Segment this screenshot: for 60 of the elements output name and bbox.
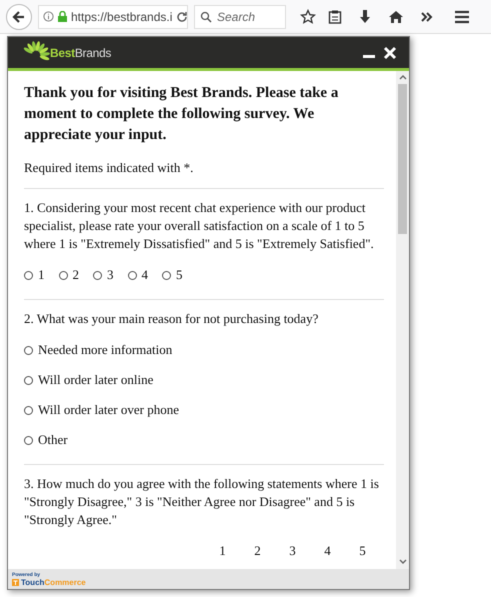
radio-option[interactable]: 3 [93, 267, 114, 283]
overflow-chevrons-icon[interactable] [420, 10, 434, 22]
radio-option[interactable]: Other [24, 432, 384, 448]
back-arrow-icon [12, 10, 26, 24]
radio-button[interactable] [93, 270, 102, 280]
option-label: Other [38, 432, 68, 448]
option-label: 3 [107, 267, 114, 283]
radio-button[interactable] [24, 436, 33, 444]
brand-text: TouchCommerce [21, 578, 86, 586]
option-label: 4 [142, 267, 148, 283]
search-field[interactable]: Search [194, 4, 286, 28]
question-text: 2. What was your main reason for not purchasing today? [24, 310, 320, 328]
radio-button[interactable] [162, 270, 171, 280]
radio-button[interactable] [128, 270, 136, 280]
radio-option[interactable]: Needed more information [24, 342, 384, 358]
radio-option[interactable]: Will order later over phone [24, 402, 384, 418]
address-bar[interactable]: https://bestbrands.i [38, 4, 188, 28]
radio-option[interactable]: 1 [24, 267, 44, 283]
clipboard-icon[interactable] [328, 8, 342, 24]
scale-label: 2 [253, 543, 262, 559]
radio-option[interactable]: 4 [128, 267, 148, 283]
question-text: 1. Considering your most recent chat experience with our product specialist, please rate your overall satisfaction on a scale of 1 to 5 where 1 is "Extremely Dissatisfied" and 5 is "Extremely Satisfied". [24, 199, 375, 253]
radio-option[interactable]: Will order later online [24, 372, 384, 388]
option-label: Will order later online [38, 372, 154, 388]
intro-text: Thank you for visiting Best Brands. Please take a moment to complete the following survey. We appreciate your input. [24, 84, 340, 145]
reload-icon[interactable] [176, 10, 188, 22]
back-button[interactable] [6, 4, 32, 30]
radio-button[interactable] [58, 270, 68, 280]
option-label: 5 [176, 267, 182, 283]
info-icon [43, 11, 54, 22]
scrollbar-thumb[interactable] [398, 84, 407, 234]
radio-button[interactable] [24, 346, 33, 354]
logo-text: BestBrands [50, 46, 112, 60]
radio-button[interactable] [24, 406, 33, 414]
scrollbar[interactable] [396, 71, 409, 569]
star-icon[interactable] [300, 8, 316, 24]
scale-label: 5 [358, 543, 367, 559]
question-text: 3. How much do you agree with the following statements where 1 is "Strongly Disagree," 3 is "Neither Agree nor Disagree" and 5 is "Strongly Agree." [24, 475, 380, 529]
lock-icon [58, 11, 67, 22]
radio-option[interactable]: 2 [58, 267, 79, 283]
radio-button[interactable] [24, 270, 33, 280]
scale-label: 3 [288, 543, 297, 559]
scroll-down-icon[interactable] [398, 559, 406, 565]
minimize-icon [363, 55, 375, 58]
option-label: Needed more information [38, 342, 172, 358]
scale-label: 4 [323, 543, 332, 559]
menu-icon[interactable] [454, 10, 470, 24]
brand-logo-icon [12, 578, 19, 586]
required-note: Required items indicated with *. [24, 160, 194, 176]
url-text: https://bestbrands.i [71, 10, 172, 24]
option-label: 1 [38, 267, 44, 283]
close-icon [383, 46, 397, 60]
option-label: 2 [72, 267, 79, 283]
option-label: Will order later over phone [38, 402, 179, 418]
radio-button[interactable] [24, 376, 33, 384]
scale-label: 1 [218, 543, 227, 559]
scroll-up-icon[interactable] [398, 74, 406, 80]
home-icon[interactable] [388, 8, 404, 24]
radio-option[interactable]: 5 [162, 267, 182, 283]
download-icon[interactable] [358, 8, 372, 24]
